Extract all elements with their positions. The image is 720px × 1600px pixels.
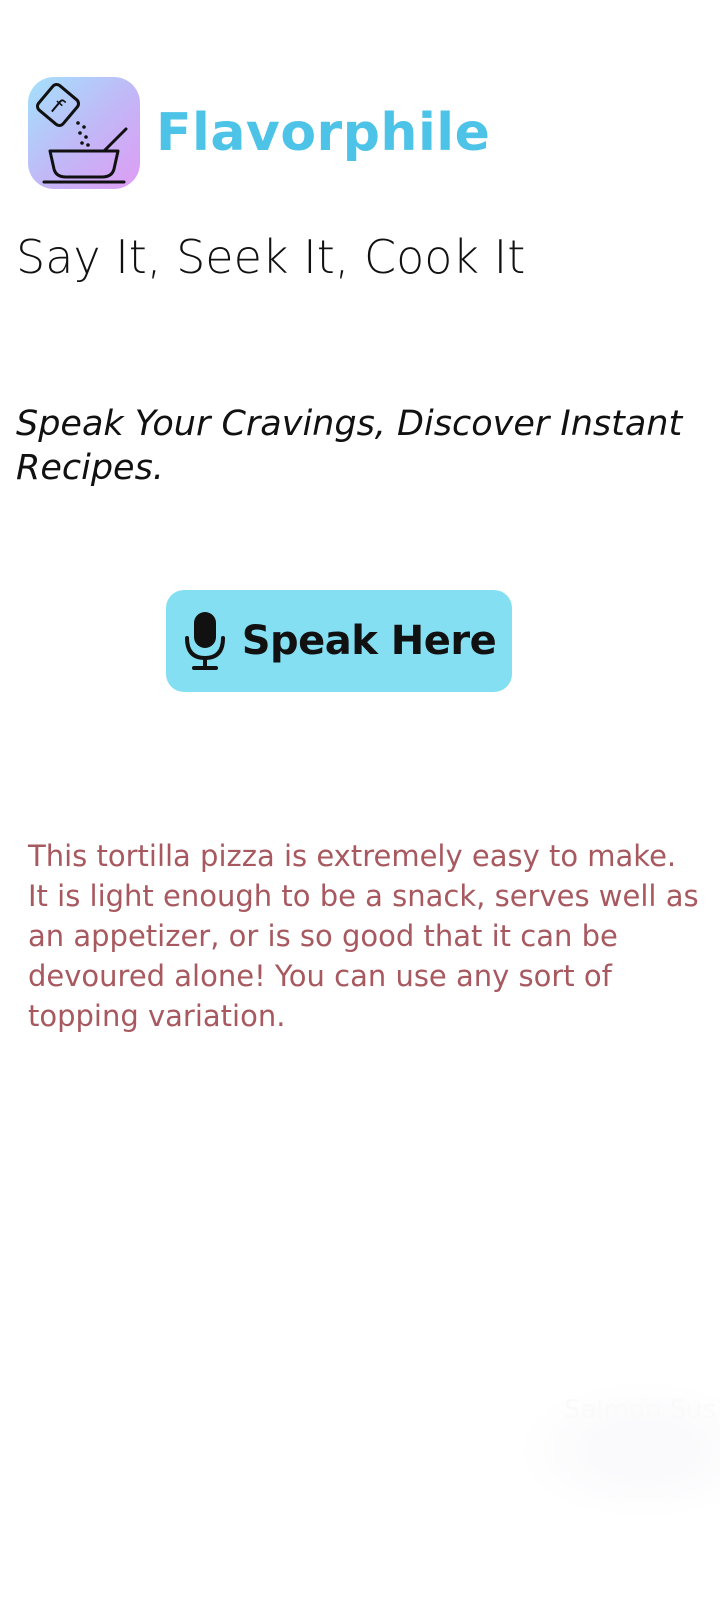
speak-button-label: Speak Here	[241, 618, 497, 664]
app-screen: f Flavorphile Say It, Seek It, Cook It S…	[0, 0, 720, 1600]
toast-title: Salmon Sus	[564, 1395, 717, 1425]
microphone-icon	[184, 612, 225, 670]
app-title: Flavorphile	[156, 103, 491, 163]
app-header: f Flavorphile	[28, 77, 490, 189]
subtitle: Speak Your Cravings, Discover Instant Re…	[16, 404, 683, 488]
tagline: Say It, Seek It, Cook It	[16, 230, 526, 284]
logo-letter: f	[45, 95, 68, 120]
app-logo-icon: f	[28, 77, 140, 189]
recipe-toast[interactable]: Salmon Sus 4.8	[524, 1385, 720, 1515]
speak-button[interactable]: Speak Here	[166, 590, 512, 692]
recipe-description: This tortilla pizza is extremely easy to…	[28, 839, 699, 1033]
toast-rating: 4.8	[596, 1437, 635, 1465]
